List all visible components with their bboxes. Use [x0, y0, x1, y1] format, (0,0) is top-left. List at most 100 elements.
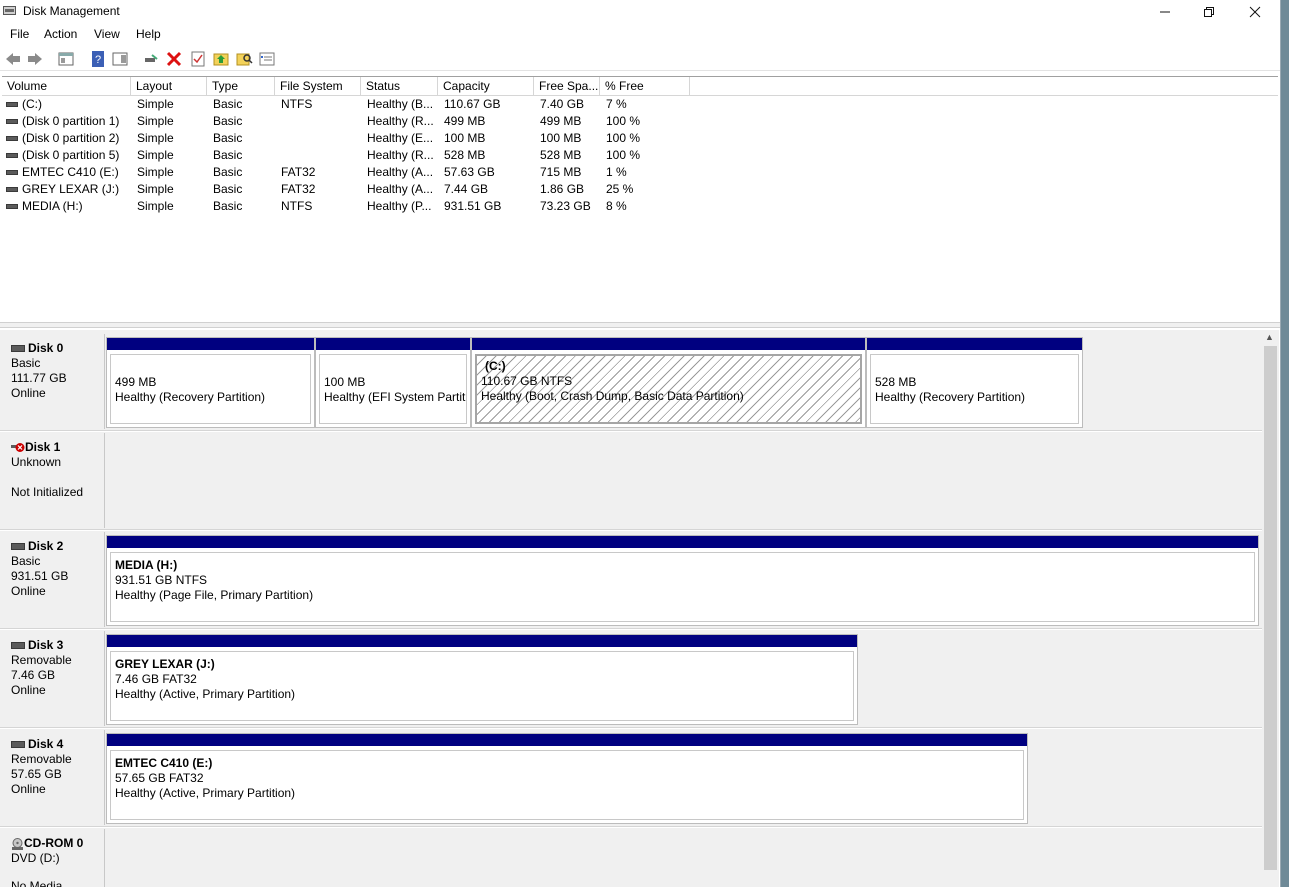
up-folder-icon[interactable]	[212, 50, 230, 68]
menu-file[interactable]: File	[10, 27, 29, 41]
delete-icon[interactable]	[165, 50, 183, 68]
cdrom-0-label[interactable]: CD-ROM 0 DVD (D:) No Media	[3, 829, 105, 887]
menu-help[interactable]: Help	[136, 27, 161, 41]
partition-body: 528 MB Healthy (Recovery Partition)	[870, 354, 1079, 424]
column-header-capacity[interactable]: Capacity	[438, 77, 534, 95]
properties-icon[interactable]	[189, 50, 207, 68]
disk-separator	[0, 529, 1262, 531]
connect-drive-icon[interactable]	[142, 50, 160, 68]
volume-layout: Simple	[137, 148, 174, 162]
volume-status: Healthy (A...	[367, 182, 434, 196]
help-icon[interactable]: ?	[89, 50, 107, 68]
volume-row[interactable]: EMTEC C410 (E:) Simple Basic FAT32 Healt…	[2, 164, 702, 181]
volume-list-header: Volume Layout Type File System Status Ca…	[2, 77, 1278, 96]
disk-management-app-icon	[3, 6, 16, 15]
disk-3-size: 7.46 GB	[11, 668, 56, 682]
volume-type: Basic	[213, 97, 243, 111]
column-header-layout[interactable]: Layout	[131, 77, 207, 95]
scroll-up-arrow-icon[interactable]: ▲	[1265, 332, 1274, 342]
volume-capacity: 110.67 GB	[444, 97, 501, 111]
volume-status: Healthy (B...	[367, 97, 434, 111]
disk-4-partition-emtec[interactable]: EMTEC C410 (E:) 57.65 GB FAT32 Healthy (…	[106, 733, 1028, 824]
column-header-volume[interactable]: Volume	[2, 77, 131, 95]
forward-arrow-icon[interactable]	[26, 50, 44, 68]
disk-4-state: Online	[11, 782, 46, 796]
disk-icon	[11, 543, 25, 551]
volume-capacity: 499 MB	[444, 114, 486, 128]
volume-row[interactable]: (Disk 0 partition 5) Simple Basic Health…	[2, 147, 702, 164]
disk-3-state: Online	[11, 683, 46, 697]
disk-0-partition-2[interactable]: 100 MB Healthy (EFI System Partiti	[315, 337, 471, 428]
volume-layout: Simple	[137, 131, 174, 145]
volume-row[interactable]: (Disk 0 partition 2) Simple Basic Health…	[2, 130, 702, 147]
partition-size: 931.51 GB NTFS	[115, 573, 208, 587]
disk-1-label[interactable]: Disk 1 Unknown Not Initialized	[3, 433, 105, 528]
partition-body-selected: (C:) 110.67 GB NTFS Healthy (Boot, Crash…	[475, 354, 862, 424]
scrollbar-thumb[interactable]	[1264, 346, 1277, 870]
partition-bar	[107, 635, 857, 647]
disk-4-name: Disk 4	[28, 737, 64, 751]
partition-status: Healthy (Recovery Partition)	[115, 390, 266, 404]
volume-percent-free: 7 %	[606, 97, 627, 111]
disk-0-size: 111.77 GB	[11, 371, 67, 385]
disk-2-size: 931.51 GB	[11, 569, 69, 583]
partition-size: 7.46 GB FAT32	[115, 672, 197, 686]
cd-drive-icon	[12, 837, 23, 850]
column-header-percent-free[interactable]: % Free	[600, 77, 690, 95]
volume-row[interactable]: GREY LEXAR (J:) Simple Basic FAT32 Healt…	[2, 181, 702, 198]
volume-percent-free: 100 %	[606, 131, 641, 145]
restore-icon	[1204, 7, 1214, 17]
column-header-type[interactable]: Type	[207, 77, 275, 95]
volume-file-system: FAT32	[281, 165, 316, 179]
close-button[interactable]	[1232, 0, 1278, 24]
disk-0-partition-1[interactable]: 499 MB Healthy (Recovery Partition)	[106, 337, 315, 428]
partition-bar	[107, 734, 1027, 746]
partition-status: Healthy (EFI System Partiti	[324, 390, 466, 404]
disk-icon	[11, 642, 25, 650]
disk-0-label[interactable]: Disk 0 Basic 111.77 GB Online	[3, 334, 105, 429]
disk-3-partition-grey-lexar[interactable]: GREY LEXAR (J:) 7.46 GB FAT32 Healthy (A…	[106, 634, 858, 725]
volume-percent-free: 1 %	[606, 165, 627, 179]
menu-action[interactable]: Action	[44, 27, 77, 41]
settings-list-icon[interactable]	[258, 50, 276, 68]
volume-row[interactable]: (C:) Simple Basic NTFS Healthy (B... 110…	[2, 96, 702, 113]
disk-pane-scrollbar[interactable]: ▲	[1262, 330, 1279, 887]
menu-view[interactable]: View	[94, 27, 120, 41]
disk-separator	[0, 628, 1262, 630]
column-header-file-system[interactable]: File System	[275, 77, 361, 95]
disk-4-label[interactable]: Disk 4 Removable 57.65 GB Online	[3, 730, 105, 825]
disk-2-label[interactable]: Disk 2 Basic 931.51 GB Online	[3, 532, 105, 627]
partition-label: GREY LEXAR (J:)	[115, 657, 215, 671]
disk-2-state: Online	[11, 584, 46, 598]
volume-name: (Disk 0 partition 2)	[22, 131, 120, 145]
pane-splitter[interactable]	[0, 322, 1280, 328]
disk-4-kind: Removable	[11, 752, 72, 766]
volume-name: (Disk 0 partition 1)	[22, 114, 120, 128]
partition-label: (C:)	[485, 359, 506, 373]
volume-row[interactable]: MEDIA (H:) Simple Basic NTFS Healthy (P.…	[2, 198, 702, 215]
drive-icon	[6, 204, 18, 209]
column-header-status[interactable]: Status	[361, 77, 438, 95]
back-arrow-icon[interactable]	[4, 50, 22, 68]
console-tree-icon[interactable]	[57, 50, 75, 68]
disk-separator	[0, 727, 1262, 729]
cdrom-0-state: No Media	[11, 879, 63, 887]
disk-0-partition-5[interactable]: 528 MB Healthy (Recovery Partition)	[866, 337, 1083, 428]
partition-status: Healthy (Recovery Partition)	[875, 390, 1026, 404]
desktop-background-edge	[1280, 0, 1289, 887]
minimize-button[interactable]	[1142, 0, 1188, 24]
search-folder-icon[interactable]	[235, 50, 253, 68]
volume-file-system: NTFS	[281, 97, 313, 111]
window-title: Disk Management	[23, 4, 120, 18]
volume-free-space: 7.40 GB	[540, 97, 585, 111]
action-pane-icon[interactable]	[111, 50, 129, 68]
column-header-free-space[interactable]: Free Spa...	[534, 77, 600, 95]
restore-button[interactable]	[1186, 0, 1232, 24]
disk-0-partition-c[interactable]: (C:) 110.67 GB NTFS Healthy (Boot, Crash…	[471, 337, 866, 428]
disk-management-window: Disk Management File Action View Help ?	[0, 0, 1280, 887]
disk-2-name: Disk 2	[28, 539, 64, 553]
volume-row[interactable]: (Disk 0 partition 1) Simple Basic Health…	[2, 113, 702, 130]
volume-free-space: 1.86 GB	[540, 182, 585, 196]
disk-3-label[interactable]: Disk 3 Removable 7.46 GB Online	[3, 631, 105, 726]
disk-2-partition-media[interactable]: MEDIA (H:) 931.51 GB NTFS Healthy (Page …	[106, 535, 1259, 626]
